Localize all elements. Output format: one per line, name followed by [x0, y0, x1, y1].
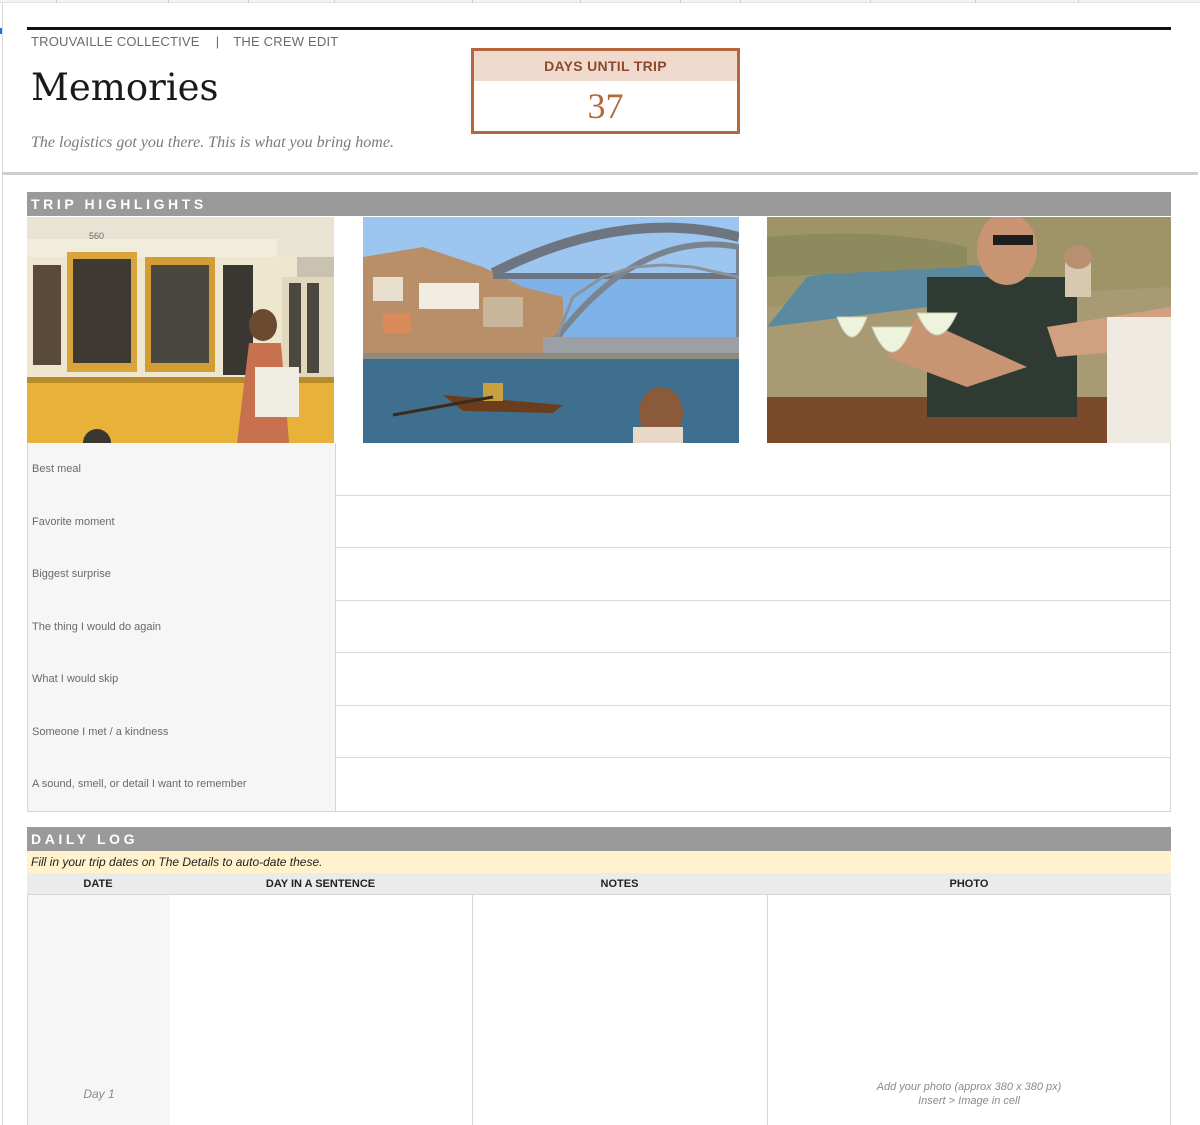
highlight-input-favorite-moment[interactable] [336, 495, 1170, 548]
trip-highlights-header: TRIP HIGHLIGHTS [27, 192, 1171, 216]
highlight-input-detail[interactable] [336, 758, 1170, 811]
daily-log-note: Fill in your trip dates on The Details t… [27, 851, 1171, 873]
column-header-sentence: DAY IN A SENTENCE [265, 877, 376, 890]
log-notes-cell[interactable] [473, 895, 768, 1125]
daily-log-row: Day 1 Add your photo (approx 380 x 380 p… [27, 895, 1171, 1125]
column-header-photo: PHOTO [949, 877, 989, 890]
days-until-trip-card[interactable]: DAYS UNTIL TRIP 37 [471, 48, 740, 134]
photo-hint: Add your photo (approx 380 x 380 px) Ins… [768, 1080, 1170, 1108]
daily-log-header: DAILY LOG [27, 827, 1171, 851]
highlight-row: The thing I would do again [28, 600, 1170, 653]
trip-highlights-table: Best meal Favorite moment Biggest surpri… [27, 443, 1171, 812]
wine-toast-photo[interactable] [767, 217, 1171, 443]
highlight-label: Someone I met / a kindness [28, 705, 336, 758]
countdown-label: DAYS UNTIL TRIP [474, 51, 737, 81]
daily-log-column-headers: DATE DAY IN A SENTENCE NOTES PHOTO [27, 873, 1171, 895]
bridge-river-photo[interactable] [363, 217, 739, 443]
column-header-notes: NOTES [600, 877, 639, 890]
highlight-label: What I would skip [28, 653, 336, 706]
photo-hint-line-2: Insert > Image in cell [918, 1095, 1020, 1107]
header-divider [2, 172, 1198, 175]
highlight-row: A sound, smell, or detail I want to reme… [28, 758, 1170, 811]
log-sentence-cell[interactable] [170, 895, 473, 1125]
log-photo-cell[interactable]: Add your photo (approx 380 x 380 px) Ins… [768, 895, 1170, 1125]
highlight-input-best-meal[interactable] [336, 443, 1170, 496]
highlight-input-biggest-surprise[interactable] [336, 548, 1170, 601]
page-tagline: The logistics got you there. This is wha… [31, 134, 394, 151]
tram-photo[interactable]: 560 [27, 217, 334, 443]
highlight-input-kindness[interactable] [336, 705, 1170, 758]
brand-name: TROUVAILLE COLLECTIVE [31, 34, 200, 49]
brand-line: TROUVAILLE COLLECTIVE | THE CREW EDIT [31, 34, 338, 49]
log-date-value: Day 1 [83, 1087, 115, 1101]
highlight-label: A sound, smell, or detail I want to reme… [28, 758, 336, 811]
highlight-input-do-again[interactable] [336, 600, 1170, 653]
highlight-input-would-skip[interactable] [336, 653, 1170, 706]
highlight-row: Best meal [28, 443, 1170, 496]
brand-separator: | [215, 34, 220, 49]
highlight-row: Someone I met / a kindness [28, 705, 1170, 758]
page-title: Memories [31, 66, 219, 109]
header-top-rule [27, 27, 1171, 30]
edition-name: THE CREW EDIT [233, 34, 339, 49]
log-date-cell[interactable]: Day 1 [28, 895, 170, 1125]
column-header-strip [0, 0, 1200, 3]
highlight-label: Biggest surprise [28, 548, 336, 601]
photo-hint-line-1: Add your photo (approx 380 x 380 px) [876, 1081, 1062, 1093]
highlight-label: Favorite moment [28, 495, 336, 548]
highlight-row: What I would skip [28, 653, 1170, 706]
highlight-row: Biggest surprise [28, 548, 1170, 601]
countdown-value: 37 [587, 86, 624, 126]
highlight-row: Favorite moment [28, 495, 1170, 548]
column-header-date: DATE [83, 877, 113, 890]
highlight-label: The thing I would do again [28, 600, 336, 653]
tram-number-label: 560 [89, 231, 104, 241]
highlight-label: Best meal [28, 443, 336, 496]
